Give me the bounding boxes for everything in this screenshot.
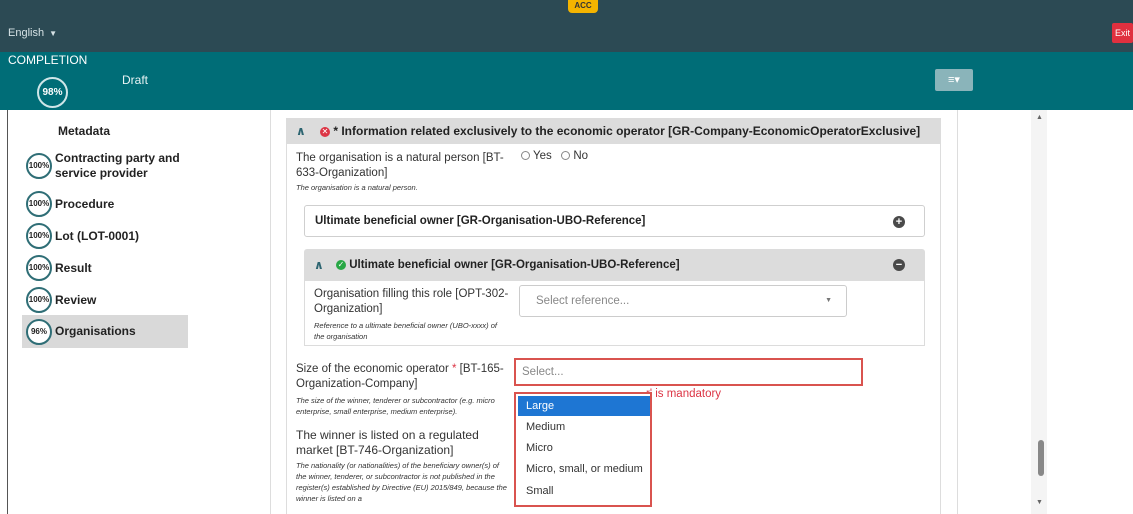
sidebar-item-organisations[interactable]: 96% Organisations	[22, 315, 188, 348]
natural-person-help: The organisation is a natural person.	[296, 183, 418, 192]
dropdown-option-micro-small-medium[interactable]: Micro, small, or medium	[518, 459, 650, 479]
size-help: The size of the winner, tenderer or subc…	[296, 396, 495, 416]
completion-progress-ring: 98%	[37, 77, 68, 108]
reference-select-placeholder: Select reference...	[536, 295, 630, 307]
language-label: English	[8, 27, 45, 39]
size-label: Size of the economic operator * [BT-165-…	[296, 362, 506, 392]
role-label: Organisation filling this role [OPT-302-…	[314, 288, 509, 315]
left-edge-divider	[0, 110, 8, 514]
radio-no[interactable]: No	[561, 150, 588, 162]
sidebar-item-label: Lot (LOT-0001)	[55, 228, 140, 243]
regulated-market-help: The nationality (or nationalities) of th…	[296, 461, 507, 503]
scroll-up-arrow-icon[interactable]: ▲	[1036, 114, 1043, 121]
dropdown-option-micro[interactable]: Micro	[518, 438, 650, 458]
sidebar-item-label: Review	[55, 292, 97, 307]
remove-circle-icon[interactable]: −	[893, 259, 905, 271]
size-select-input[interactable]: Select...	[514, 358, 863, 386]
chevron-up-icon[interactable]: ∧	[314, 249, 324, 281]
dropdown-option-medium[interactable]: Medium	[518, 417, 650, 437]
dropdown-option-large[interactable]: Large	[518, 396, 650, 416]
radio-yes-label: Yes	[533, 150, 552, 162]
dropdown-option-small[interactable]: Small	[518, 481, 650, 501]
ubo-expanded-title: Ultimate beneficial owner [GR-Organisati…	[349, 259, 680, 271]
progress-ring: 96%	[26, 318, 52, 345]
chevron-down-icon: ▼	[825, 297, 832, 304]
exit-button[interactable]: Exit	[1112, 23, 1133, 43]
sidebar-item-result[interactable]: 100% Result	[22, 254, 188, 282]
panel-title: * Information related exclusively to the…	[333, 124, 921, 138]
sidebar-item-metadata[interactable]: Metadata	[58, 124, 110, 138]
scrollbar-thumb[interactable]	[1038, 440, 1044, 476]
sidebar-item-review[interactable]: 100% Review	[22, 286, 188, 314]
notice-status: Draft	[122, 73, 149, 87]
chevron-down-icon: ▼	[49, 29, 58, 38]
role-help: Reference to a ultimate beneficial owner…	[314, 321, 497, 341]
progress-ring: 100%	[26, 153, 52, 179]
error-icon: ✕	[320, 126, 330, 137]
top-bar	[0, 0, 1133, 52]
size-label-text: Size of the economic operator	[296, 363, 452, 375]
sliders-icon: ≡▾	[948, 74, 960, 86]
add-circle-icon[interactable]: +	[893, 216, 905, 228]
economic-operator-panel-header[interactable]: ∧ ✕ * Information related exclusively to…	[286, 118, 941, 144]
radio-no-label: No	[573, 150, 589, 162]
sidebar-item-label: Procedure	[55, 196, 115, 211]
ubo-collapsed-card[interactable]: Ultimate beneficial owner [GR-Organisati…	[304, 205, 925, 237]
progress-ring: 100%	[26, 255, 52, 281]
reference-select[interactable]: Select reference... ▼	[519, 285, 847, 317]
radio-yes[interactable]: Yes	[521, 150, 552, 162]
sidebar-item-label: Organisations	[55, 324, 136, 338]
progress-ring: 100%	[26, 287, 52, 313]
ubo-expanded-header[interactable]: ∧ ✓ Ultimate beneficial owner [GR-Organi…	[304, 249, 925, 281]
mandatory-error: r' is mandatory	[646, 388, 722, 400]
sidebar-item-label: Contracting party and service provider	[55, 151, 180, 180]
sidebar-item-procedure[interactable]: 100% Procedure	[22, 190, 188, 218]
natural-person-radio-group: Yes No	[521, 150, 588, 162]
sidebar-item-contracting-party[interactable]: 100% Contracting party and service provi…	[22, 149, 188, 183]
app-root: English ▼ ACC Exit COMPLETION 98% Draft …	[0, 0, 1133, 514]
progress-ring: 100%	[26, 223, 52, 249]
sidebar-item-label: Result	[55, 260, 92, 275]
size-options-dropdown: Large Medium Micro Micro, small, or medi…	[514, 392, 652, 507]
regulated-market-label: The winner is listed on a regulated mark…	[296, 428, 479, 457]
sidebar-item-lot[interactable]: 100% Lot (LOT-0001)	[22, 222, 188, 250]
radio-circle-icon	[561, 151, 571, 160]
environment-badge: ACC	[568, 0, 598, 13]
ubo-title: Ultimate beneficial owner [GR-Organisati…	[315, 215, 646, 227]
check-circle-icon: ✓	[336, 259, 346, 270]
language-selector[interactable]: English ▼	[8, 27, 57, 39]
settings-menu-button[interactable]: ≡▾	[935, 69, 973, 91]
completion-title: COMPLETION	[8, 53, 88, 67]
natural-person-label: The organisation is a natural person [BT…	[296, 152, 504, 179]
radio-circle-icon	[521, 151, 530, 160]
scroll-down-arrow-icon[interactable]: ▼	[1036, 499, 1043, 506]
chevron-up-icon[interactable]: ∧	[296, 118, 306, 144]
progress-ring: 100%	[26, 191, 52, 217]
